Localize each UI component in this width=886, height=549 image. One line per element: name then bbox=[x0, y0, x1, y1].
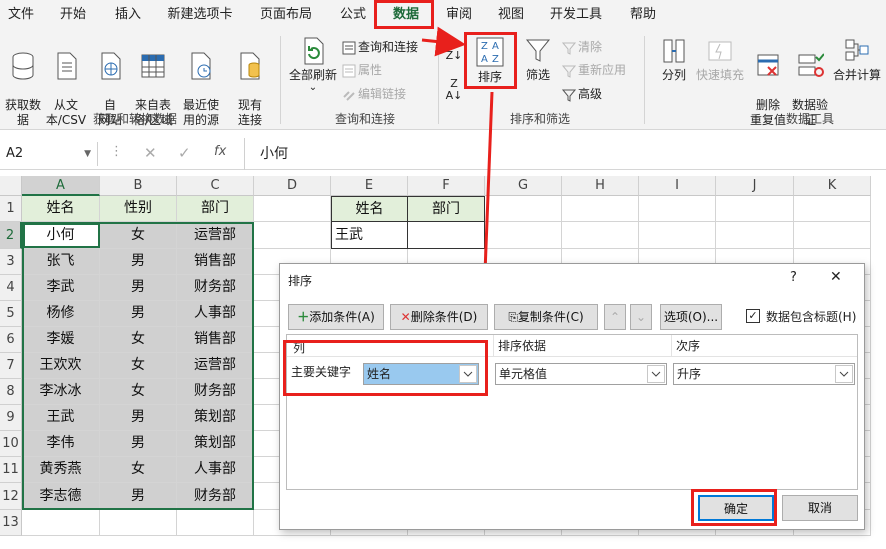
delete-level-label: 删除条件(D) bbox=[410, 310, 478, 324]
primary-key-highlight bbox=[283, 340, 488, 396]
delete-level-button[interactable]: ✕删除条件(D) bbox=[390, 304, 488, 330]
close-button[interactable]: ✕ bbox=[830, 269, 842, 285]
chevron-up-icon: ⌃ bbox=[609, 310, 621, 324]
col-basis-header: 排序依据 bbox=[493, 335, 546, 357]
sort-on-value: 单元格值 bbox=[499, 367, 548, 381]
header-checkbox-label: 数据包含标题(H) bbox=[766, 310, 857, 324]
sort-on-select[interactable]: 单元格值 bbox=[495, 363, 667, 385]
dialog-title: 排序 bbox=[288, 274, 313, 288]
add-level-button[interactable]: ＋添加条件(A) bbox=[288, 304, 384, 330]
cancel-button[interactable]: 取消 bbox=[782, 495, 858, 521]
help-button[interactable]: ? bbox=[790, 270, 797, 285]
chevron-down-icon bbox=[647, 365, 665, 383]
check-icon: ✓ bbox=[748, 309, 758, 322]
ok-button-highlight bbox=[691, 489, 777, 526]
move-down-button[interactable]: ⌄ bbox=[630, 304, 652, 330]
sort-dialog: 排序 ? ✕ ＋添加条件(A) ✕删除条件(D) ⎘复制条件(C) ⌃ ⌄ 选项… bbox=[279, 263, 865, 530]
col-order-header: 次序 bbox=[671, 335, 700, 357]
arrow-to-sort bbox=[421, 26, 466, 57]
sort-order-value: 升序 bbox=[677, 367, 702, 381]
move-up-button[interactable]: ⌃ bbox=[604, 304, 626, 330]
add-level-label: 添加条件(A) bbox=[309, 310, 375, 324]
delete-icon: ✕ bbox=[400, 310, 411, 324]
sort-order-select[interactable]: 升序 bbox=[673, 363, 855, 385]
header-checkbox[interactable]: ✓ bbox=[746, 309, 760, 323]
copy-level-label: 复制条件(C) bbox=[517, 310, 584, 324]
copy-level-button[interactable]: ⎘复制条件(C) bbox=[494, 304, 598, 330]
options-button[interactable]: 选项(O)... bbox=[660, 304, 722, 330]
chevron-down-icon bbox=[835, 365, 853, 383]
copy-icon: ⎘ bbox=[508, 310, 518, 324]
plus-icon: ＋ bbox=[297, 310, 310, 324]
chevron-down-icon: ⌄ bbox=[635, 310, 647, 324]
